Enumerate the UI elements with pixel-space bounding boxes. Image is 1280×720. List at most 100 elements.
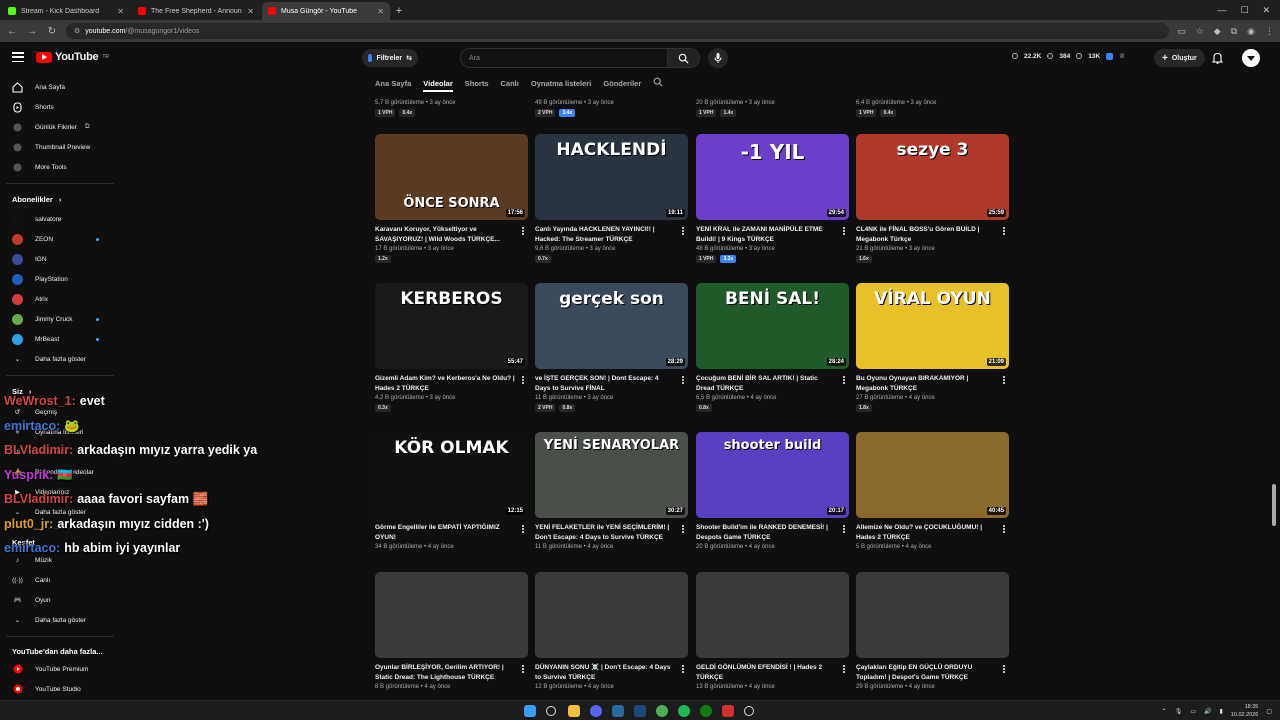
reload-icon[interactable]: ↻: [46, 26, 58, 37]
extension-badge-icon[interactable]: [1106, 52, 1114, 60]
file-explorer-icon[interactable]: [568, 705, 580, 717]
maximize-icon[interactable]: ☐: [1240, 5, 1248, 16]
sidebar-item-subscription[interactable]: ZEON: [0, 229, 120, 249]
sidebar-item-youtube-premium[interactable]: YouTube Premium: [0, 659, 120, 679]
steam-icon[interactable]: [634, 705, 646, 717]
extensions-puzzle-icon[interactable]: ⧉: [1231, 26, 1237, 37]
create-button[interactable]: + Oluştur: [1154, 49, 1205, 67]
sidebar-show-more[interactable]: ⌄ Daha fazla göster: [0, 349, 120, 369]
search-button[interactable]: [668, 48, 700, 68]
video-card[interactable]: GELDİ GÖNLÜMÜN EFENDİSİ ! | Hades 2 TÜRK…: [696, 572, 849, 690]
video-thumbnail[interactable]: HACKLENDİ 19:11: [535, 134, 688, 220]
video-thumbnail[interactable]: [696, 572, 849, 658]
more-options-icon[interactable]: [681, 665, 685, 673]
video-title[interactable]: DÜNYANIN SONU ☠️ | Don't Escape: 4 Days …: [535, 663, 675, 682]
sidebar-item-ideas[interactable]: Günlük Fikirler ⧉: [0, 117, 120, 137]
video-title[interactable]: Karavanı Koruyor, Yükseltiyor ve SAVAŞIY…: [375, 225, 515, 244]
video-card[interactable]: ÖNCE SONRA 17:56 Karavanı Koruyor, Yükselt…: [375, 134, 528, 263]
notification-icon[interactable]: ▢: [1266, 708, 1272, 715]
more-options-icon[interactable]: [1002, 525, 1006, 533]
search-input[interactable]: Ara: [460, 48, 668, 68]
video-card[interactable]: sezye 3 25:59 CL4NK ile FİNAL BOSS'u Gören…: [856, 134, 1009, 263]
more-options-icon[interactable]: [1002, 376, 1006, 384]
more-options-icon[interactable]: [521, 376, 525, 384]
video-card[interactable]: HACKLENDİ 19:11 Canlı Yayında HACKLENEN YA…: [535, 134, 688, 263]
close-window-icon[interactable]: ✕: [1262, 5, 1270, 16]
video-thumbnail[interactable]: [535, 572, 688, 658]
video-card[interactable]: shooter build 20:17 Shooter Build'im ile R…: [696, 432, 849, 550]
sidebar-item-subscription[interactable]: salvatore: [0, 209, 120, 229]
more-options-icon[interactable]: [681, 227, 685, 235]
video-thumbnail[interactable]: 40:45: [856, 432, 1009, 518]
video-card[interactable]: YENİ SENARYOLAR 30:27 YENİ FELAKETLER ile …: [535, 432, 688, 550]
close-tab-icon[interactable]: ✕: [377, 7, 384, 16]
more-options-icon[interactable]: [521, 227, 525, 235]
profile-icon[interactable]: ◉: [1247, 26, 1255, 37]
tab-shorts[interactable]: Shorts: [465, 79, 489, 88]
video-card[interactable]: VİRAL OYUN 21:09 Bu Oyunu Oynayan BIRAKAMI…: [856, 283, 1009, 412]
video-thumbnail[interactable]: -1 YIL 29:54: [696, 134, 849, 220]
menu-icon[interactable]: ⋮: [1265, 26, 1274, 37]
tab-playlists[interactable]: Oynatma listeleri: [531, 79, 591, 88]
clock[interactable]: 18:35 10.02.2026: [1231, 703, 1259, 719]
video-thumbnail[interactable]: KERBEROS 55:47: [375, 283, 528, 369]
more-options-icon[interactable]: [842, 665, 846, 673]
video-card[interactable]: Oyunlar BİRLEŞİYOR, Gerilim ARTIYOR! | S…: [375, 572, 528, 690]
app-icon[interactable]: [612, 705, 624, 717]
video-thumbnail[interactable]: KÖR OLMAK 12:15: [375, 432, 528, 518]
chevron-up-icon[interactable]: ⌃: [1162, 708, 1167, 715]
video-card[interactable]: KÖR OLMAK 12:15 Görme Engelliler ile EMPAT…: [375, 432, 528, 550]
forward-icon[interactable]: →: [26, 26, 38, 37]
page-scrollbar[interactable]: [1272, 484, 1276, 526]
video-title[interactable]: Canlı Yayında HACKLENEN YAYINCI!! | Hack…: [535, 225, 675, 244]
video-title[interactable]: Allemize Ne Oldu? ve ÇOCUKLUĞUMU! | Hade…: [856, 523, 996, 542]
video-thumbnail[interactable]: BENİ SAL! 28:24: [696, 283, 849, 369]
sidebar-item-shorts[interactable]: Shorts: [0, 97, 120, 117]
url-field[interactable]: ⚙ youtube.com/@musagungor1/videos: [66, 23, 1170, 39]
notifications-button[interactable]: [1211, 52, 1224, 66]
network-icon[interactable]: ▭: [1190, 708, 1196, 715]
sidebar-item-subscription[interactable]: Atrix: [0, 289, 120, 309]
tab-live[interactable]: Canlı: [501, 79, 519, 88]
browser-tab-3[interactable]: Musa Güngör - YouTube ✕: [262, 2, 390, 20]
sidebar-item-subscription[interactable]: Jimmy Cruck: [0, 309, 120, 329]
chrome-icon[interactable]: [656, 705, 668, 717]
video-thumbnail[interactable]: VİRAL OYUN 21:09: [856, 283, 1009, 369]
sidebar-item-more-tools[interactable]: More Tools: [0, 157, 120, 177]
video-card[interactable]: Çaylakları Eğitip EN GÜÇLÜ ORDUYU Toplad…: [856, 572, 1009, 690]
video-title[interactable]: YENİ KRAL ile ZAMANI MANİPÜLE ETME Build…: [696, 225, 836, 244]
close-tab-icon[interactable]: ✕: [247, 7, 254, 16]
sidebar-item-subscription[interactable]: IGN: [0, 249, 120, 269]
video-thumbnail[interactable]: gerçek son 28:29: [535, 283, 688, 369]
voice-search-button[interactable]: [708, 48, 728, 68]
extension-icon[interactable]: ◆: [1214, 26, 1221, 37]
sidebar-item-youtube-studio[interactable]: YouTube Studio: [0, 679, 120, 699]
video-title[interactable]: ve İŞTE GERÇEK SON! | Dont Escape: 4 Day…: [535, 374, 675, 393]
tab-home[interactable]: Ana Sayfa: [375, 79, 411, 88]
search-icon[interactable]: [546, 706, 556, 716]
back-icon[interactable]: ←: [6, 26, 18, 37]
browser-tab-2[interactable]: The Free Shepherd - Announce ✕: [132, 2, 260, 20]
discord-icon[interactable]: [590, 705, 602, 717]
youtube-logo[interactable]: YouTube TR: [36, 51, 109, 63]
video-thumbnail[interactable]: ÖNCE SONRA 17:56: [375, 134, 528, 220]
video-thumbnail[interactable]: [375, 572, 528, 658]
account-avatar[interactable]: [1242, 49, 1260, 67]
video-title[interactable]: Çocuğum BENİ BİR SAL ARTIK! | Static Dre…: [696, 374, 836, 393]
video-title[interactable]: Oyunlar BİRLEŞİYOR, Gerilim ARTIYOR! | S…: [375, 663, 515, 682]
sidebar-show-more-explore[interactable]: ⌄ Daha fazla göster: [0, 610, 120, 630]
video-title[interactable]: Shooter Build'im ile RANKED DENEMESİ! | …: [696, 523, 836, 542]
spotify-icon[interactable]: [678, 705, 690, 717]
video-thumbnail[interactable]: shooter build 20:17: [696, 432, 849, 518]
more-options-icon[interactable]: [842, 376, 846, 384]
tab-videos[interactable]: Videolar: [423, 79, 453, 92]
filters-button[interactable]: Filtreler ⇆: [362, 49, 418, 67]
sidebar-item-subscription[interactable]: MrBeast: [0, 329, 120, 349]
channel-search-icon[interactable]: [653, 77, 663, 89]
sidebar-item-subscription[interactable]: PlayStation: [0, 269, 120, 289]
cast-icon[interactable]: ▭: [1177, 26, 1186, 37]
video-title[interactable]: Gizemli Adam Kim? ve Kerberos'a Ne Oldu?…: [375, 374, 515, 393]
recording-app-icon[interactable]: [722, 705, 734, 717]
video-thumbnail[interactable]: YENİ SENARYOLAR 30:27: [535, 432, 688, 518]
more-options-icon[interactable]: [521, 665, 525, 673]
